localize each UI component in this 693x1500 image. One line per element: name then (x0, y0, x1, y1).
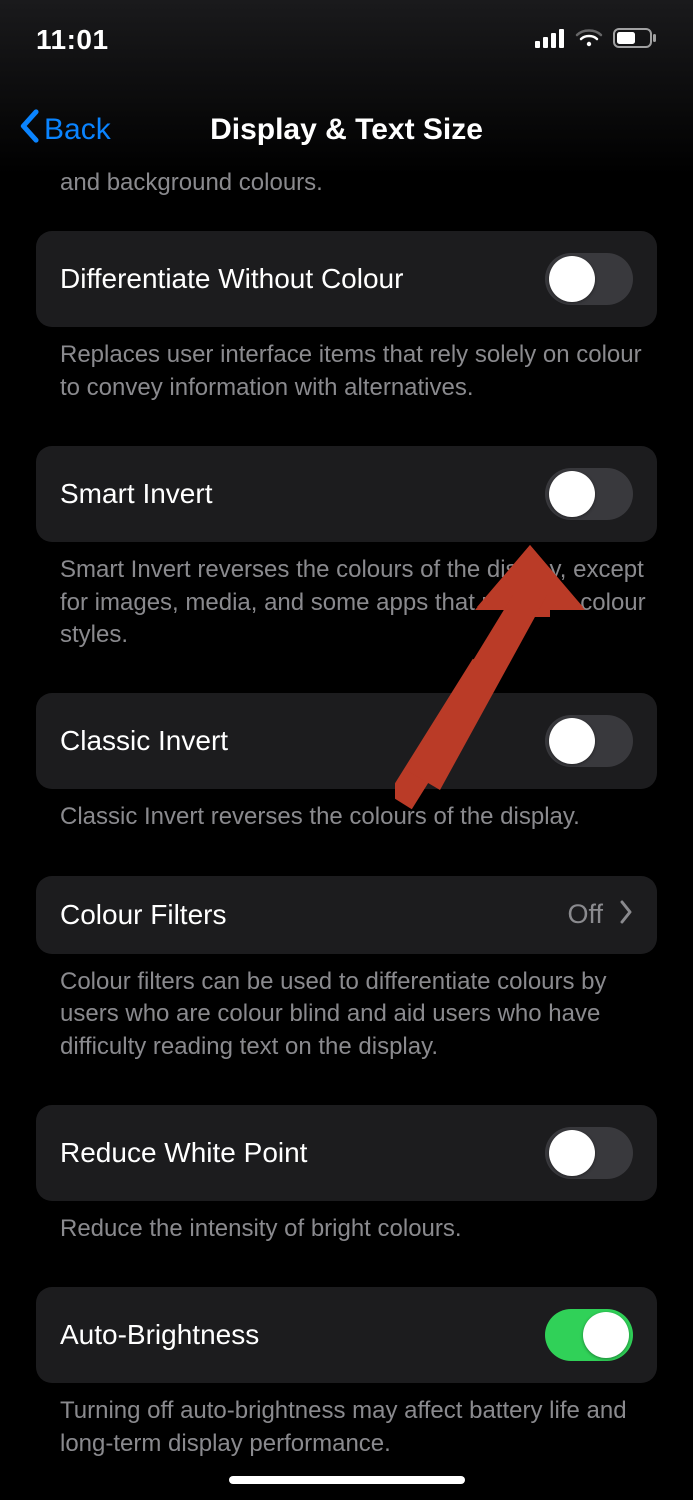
chevron-left-icon (18, 109, 40, 151)
chevron-right-icon (619, 900, 633, 929)
row-label: Smart Invert (60, 478, 212, 510)
wifi-icon (575, 28, 603, 53)
status-time: 11:01 (36, 24, 109, 56)
status-bar: 11:01 (0, 0, 693, 80)
row-label: Reduce White Point (60, 1137, 307, 1169)
toggle-classic-invert[interactable] (545, 715, 633, 767)
battery-icon (613, 27, 657, 54)
footer-reduce-white-point: Reduce the intensity of bright colours. (0, 1201, 693, 1267)
row-auto-brightness[interactable]: Auto-Brightness (36, 1287, 657, 1383)
toggle-auto-brightness[interactable] (545, 1309, 633, 1361)
footer-colour-filters: Colour filters can be used to differenti… (0, 954, 693, 1085)
toggle-reduce-white-point[interactable] (545, 1127, 633, 1179)
row-reduce-white-point[interactable]: Reduce White Point (36, 1105, 657, 1201)
truncated-footer-text: and background colours. (0, 165, 693, 211)
toggle-knob (549, 718, 595, 764)
toggle-knob (549, 1130, 595, 1176)
footer-auto-brightness: Turning off auto-brightness may affect b… (0, 1383, 693, 1482)
toggle-differentiate-without-colour[interactable] (545, 253, 633, 305)
row-label: Auto-Brightness (60, 1319, 259, 1351)
content-scroll[interactable]: and background colours. Differentiate Wi… (0, 165, 693, 1500)
page-title: Display & Text Size (210, 113, 483, 147)
toggle-knob (549, 256, 595, 302)
row-label: Classic Invert (60, 725, 228, 757)
footer-differentiate-without-colour: Replaces user interface items that rely … (0, 327, 693, 426)
back-label: Back (44, 113, 111, 147)
screen: 11:01 Back Display & Text Size and backg… (0, 0, 693, 1500)
toggle-knob (549, 471, 595, 517)
toggle-smart-invert[interactable] (545, 468, 633, 520)
footer-classic-invert: Classic Invert reverses the colours of t… (0, 789, 693, 855)
cellular-icon (535, 28, 565, 53)
footer-smart-invert: Smart Invert reverses the colours of the… (0, 542, 693, 673)
row-colour-filters[interactable]: Colour Filters Off (36, 876, 657, 954)
row-classic-invert[interactable]: Classic Invert (36, 693, 657, 789)
home-indicator[interactable] (229, 1476, 465, 1484)
toggle-knob (583, 1312, 629, 1358)
nav-bar: Back Display & Text Size (0, 95, 693, 165)
row-value: Off (567, 899, 603, 930)
row-label: Colour Filters (60, 899, 226, 931)
row-differentiate-without-colour[interactable]: Differentiate Without Colour (36, 231, 657, 327)
row-label: Differentiate Without Colour (60, 263, 403, 295)
back-button[interactable]: Back (18, 109, 111, 151)
row-smart-invert[interactable]: Smart Invert (36, 446, 657, 542)
status-indicators (535, 27, 657, 54)
